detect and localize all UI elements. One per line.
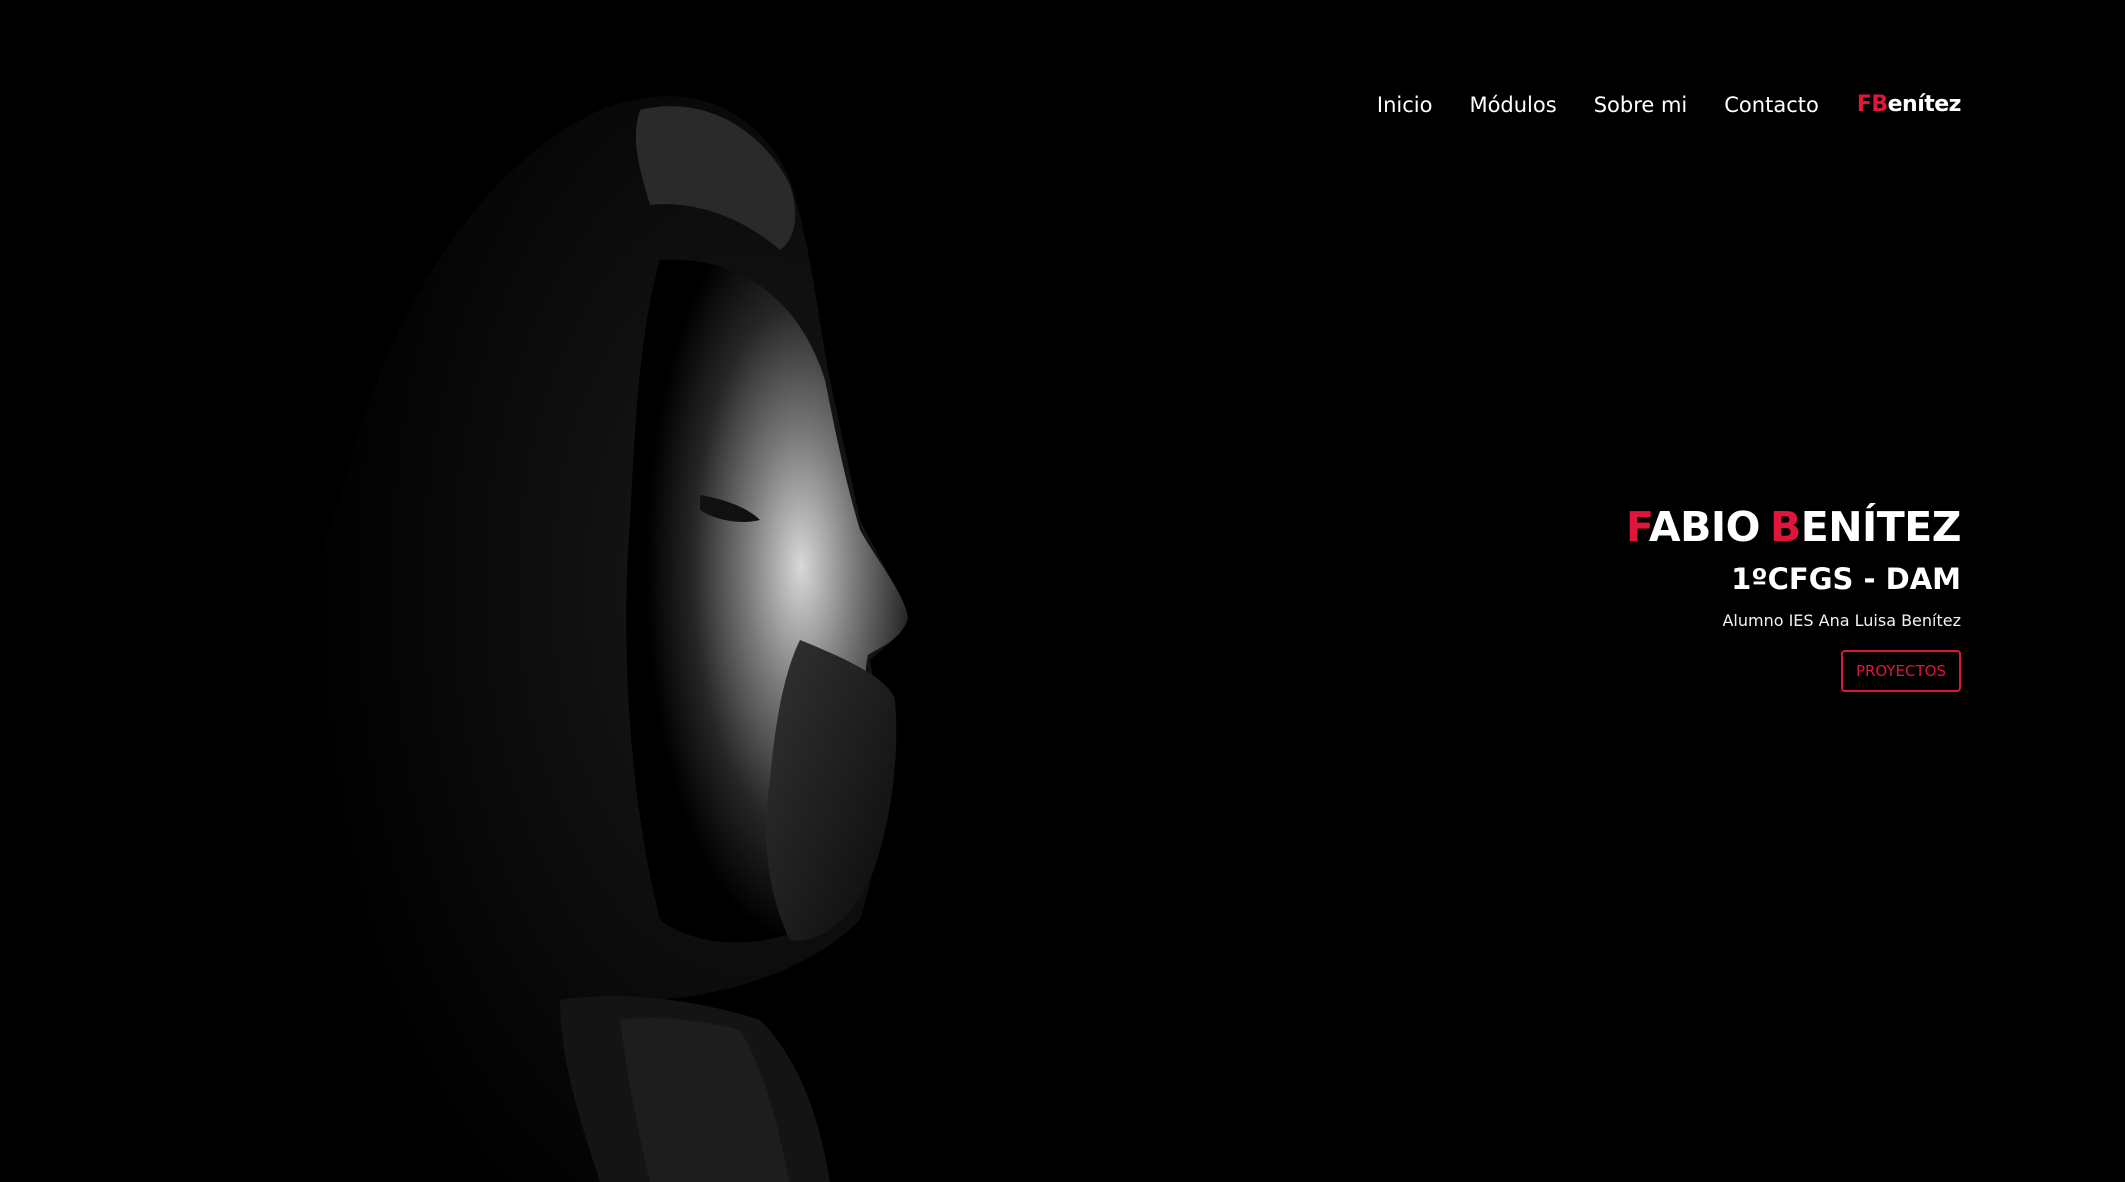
nav-link-inicio[interactable]: Inicio <box>1377 88 1433 122</box>
projects-button[interactable]: PROYECTOS <box>1840 650 1961 692</box>
hero-course: 1ºCFGS - DAM <box>1731 562 1961 596</box>
hero-name: FABIO BENÍTEZ <box>1626 497 1961 557</box>
name-last-initial: B <box>1769 503 1801 551</box>
brand-logo[interactable]: FBenítez <box>1856 88 1962 122</box>
nav-link-sobre-mi[interactable]: Sobre mi <box>1594 88 1688 122</box>
hero-intro: FABIO BENÍTEZ 1ºCFGS - DAM Alumno IES Ana… <box>1626 497 1962 692</box>
name-last-rest: ENÍTEZ <box>1800 503 1962 551</box>
main-nav: Inicio Módulos Sobre mi Contacto FBeníte… <box>1377 88 1962 122</box>
hero-section: Inicio Módulos Sobre mi Contacto FBeníte… <box>0 0 2125 1182</box>
name-first-initial: F <box>1626 503 1649 551</box>
nav-link-modulos[interactable]: Módulos <box>1469 88 1556 122</box>
nav-link-contacto[interactable]: Contacto <box>1724 88 1819 122</box>
name-first-rest: ABIO <box>1648 503 1761 551</box>
brand-rest: enítez <box>1887 92 1962 117</box>
brand-initials: FB <box>1856 92 1888 117</box>
hero-subtitle: Alumno IES Ana Luisa Benítez <box>1722 611 1961 630</box>
